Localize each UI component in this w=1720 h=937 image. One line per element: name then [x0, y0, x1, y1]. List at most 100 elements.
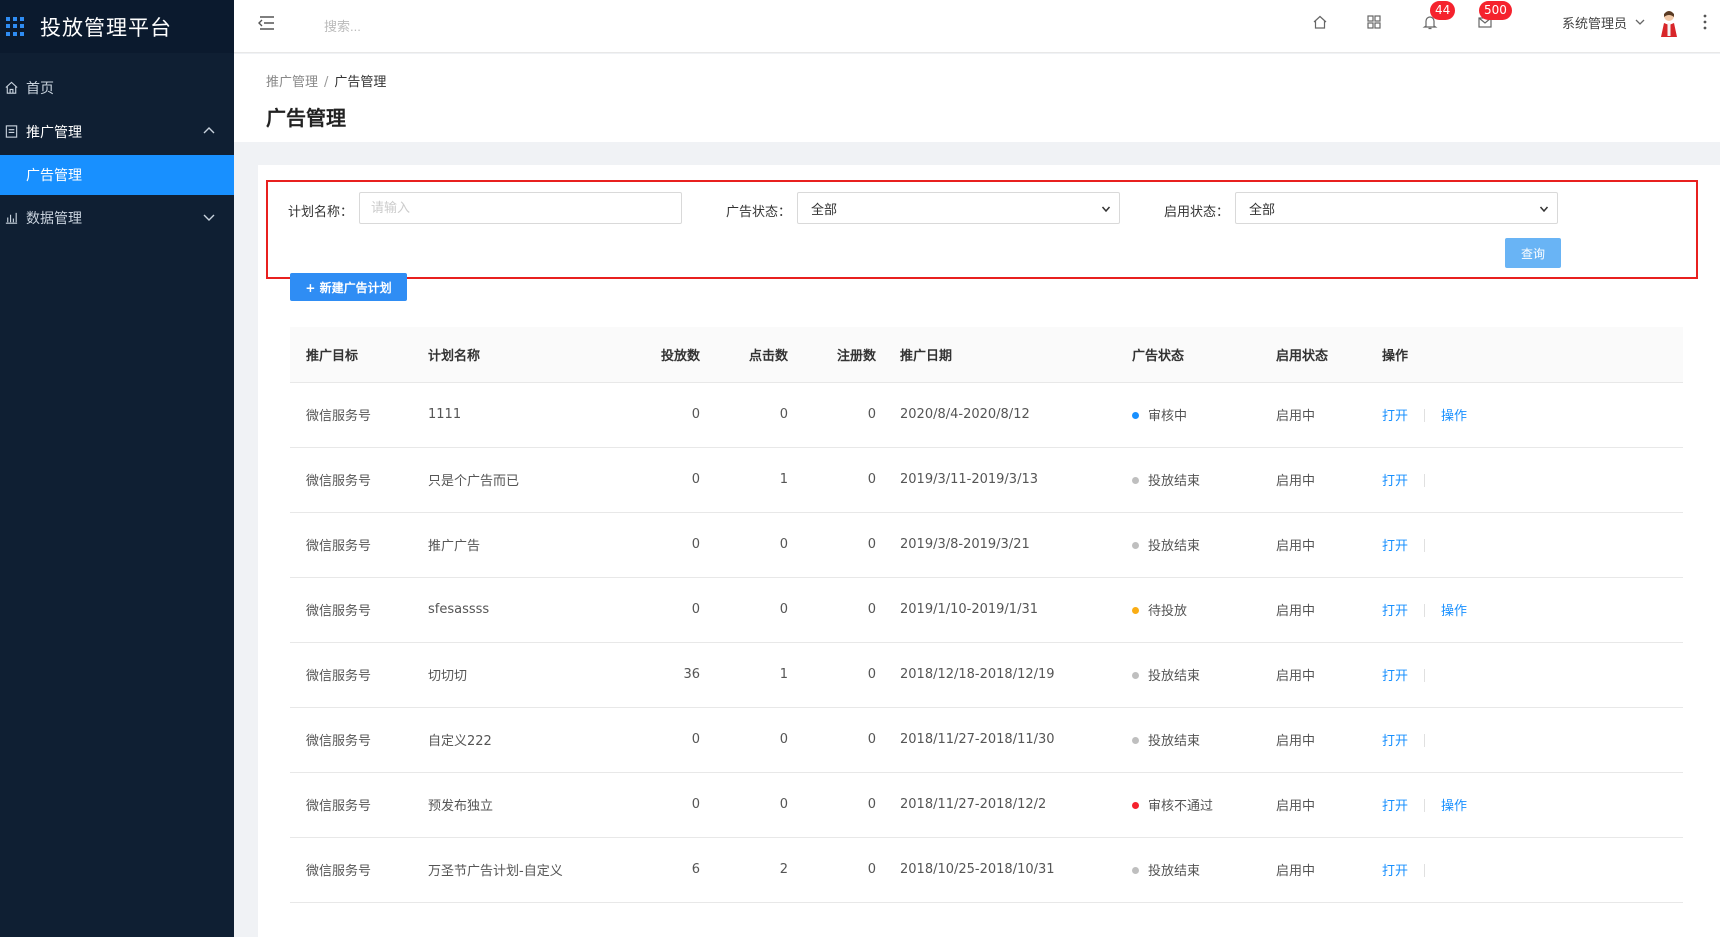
cell-target: 微信服务号 — [290, 707, 412, 773]
open-link[interactable]: 打开 — [1382, 539, 1408, 554]
plan-name-input[interactable] — [359, 192, 682, 224]
cell-enable-status: 启用中 — [1260, 512, 1366, 578]
status-dot — [1132, 737, 1139, 744]
chevron-down-icon — [1101, 203, 1111, 213]
status-dot — [1132, 542, 1139, 549]
cell-enable-status: 启用中 — [1260, 837, 1366, 903]
open-link[interactable]: 打开 — [1382, 864, 1408, 879]
query-button[interactable]: 查询 — [1505, 238, 1561, 268]
status-text: 投放结束 — [1148, 734, 1201, 749]
cell-placed: 0 — [612, 382, 708, 448]
grid-logo-icon — [6, 16, 26, 37]
status-dot — [1132, 607, 1139, 614]
cell-enable-status: 启用中 — [1260, 772, 1366, 838]
action-divider — [1424, 734, 1426, 747]
home-icon[interactable] — [1311, 13, 1329, 31]
ad-status-select[interactable]: 全部 — [797, 192, 1120, 224]
open-link[interactable]: 打开 — [1382, 734, 1408, 749]
column-header: 操作 — [1366, 327, 1683, 383]
breadcrumb-separator: / — [324, 75, 329, 90]
cell-plan-name: sfesassss — [412, 577, 612, 643]
enable-status-value: 全部 — [1249, 202, 1276, 218]
cell-registrations: 0 — [796, 707, 884, 773]
cell-placed: 36 — [612, 642, 708, 708]
cell-ad-status: 投放结束 — [1116, 837, 1260, 903]
apps-grid-icon[interactable] — [1365, 13, 1383, 31]
action-divider — [1424, 604, 1426, 617]
cell-target: 微信服务号 — [290, 447, 412, 513]
cell-date: 2018/11/27-2018/11/30 — [884, 707, 1116, 773]
cell-ad-status: 投放结束 — [1116, 707, 1260, 773]
cell-ad-status: 投放结束 — [1116, 447, 1260, 513]
operate-link[interactable]: 操作 — [1441, 409, 1467, 424]
cell-plan-name: 1111 — [412, 382, 612, 448]
status-text: 投放结束 — [1148, 669, 1201, 684]
cell-placed: 0 — [612, 772, 708, 838]
operate-link[interactable]: 操作 — [1441, 604, 1467, 619]
sidebar-item-home[interactable]: 首页 — [0, 67, 234, 109]
cell-target: 微信服务号 — [290, 642, 412, 708]
open-link[interactable]: 打开 — [1382, 669, 1408, 684]
user-name[interactable]: 系统管理员 — [1562, 13, 1627, 32]
cell-registrations: 0 — [796, 577, 884, 643]
cell-clicks: 1 — [708, 447, 796, 513]
avatar[interactable] — [1656, 8, 1682, 38]
ad-status-label: 广告状态： — [726, 205, 792, 220]
cell-enable-status: 启用中 — [1260, 447, 1366, 513]
open-link[interactable]: 打开 — [1382, 604, 1408, 619]
ad-status-value: 全部 — [811, 202, 838, 218]
cell-ad-status: 投放结束 — [1116, 642, 1260, 708]
table-row: 微信服务号 sfesassss 0 0 0 2019/1/10-2019/1/31 待投放启… — [290, 577, 1683, 643]
cell-plan-name: 预发布独立 — [412, 772, 612, 838]
cell-registrations: 0 — [796, 772, 884, 838]
cell-actions: 打开 — [1366, 642, 1683, 708]
open-link[interactable]: 打开 — [1382, 799, 1408, 814]
action-divider — [1424, 409, 1426, 422]
enable-status-select[interactable]: 全部 — [1235, 192, 1558, 224]
cell-registrations: 0 — [796, 512, 884, 578]
logo-bar: 投放管理平台 — [0, 0, 234, 53]
cell-registrations: 0 — [796, 837, 884, 903]
cell-actions: 打开 — [1366, 512, 1683, 578]
sidebar-item-data[interactable]: 数据管理 — [0, 197, 234, 239]
cell-plan-name: 切切切 — [412, 642, 612, 708]
cell-actions: 打开 — [1366, 707, 1683, 773]
sidebar-item-promotion[interactable]: 推广管理 — [0, 111, 234, 153]
cell-placed: 0 — [612, 512, 708, 578]
cell-target: 微信服务号 — [290, 837, 412, 903]
open-link[interactable]: 打开 — [1382, 474, 1408, 489]
cell-actions: 打开 — [1366, 447, 1683, 513]
content-card: 计划名称： 广告状态： 全部 启用状态： 全部 查询 + 新建广告计划 推广目标… — [258, 165, 1720, 937]
cell-placed: 0 — [612, 447, 708, 513]
chevron-down-icon[interactable] — [1634, 16, 1646, 28]
status-dot — [1132, 412, 1139, 419]
open-link[interactable]: 打开 — [1382, 409, 1408, 424]
cell-date: 2019/3/8-2019/3/21 — [884, 512, 1116, 578]
new-ad-plan-button[interactable]: + 新建广告计划 — [290, 273, 407, 301]
cell-plan-name: 只是个广告而已 — [412, 447, 612, 513]
cell-clicks: 0 — [708, 707, 796, 773]
table-row: 微信服务号 预发布独立 0 0 0 2018/11/27-2018/12/2 审核不通过 启用… — [290, 772, 1683, 838]
cell-actions: 打开 操作 — [1366, 577, 1683, 643]
breadcrumb-parent[interactable]: 推广管理 — [266, 75, 318, 90]
cell-registrations: 0 — [796, 382, 884, 448]
table-body: 微信服务号 1111 0 0 0 2020/8/4-2020/8/12 审核中 启用中 打开 操作… — [290, 382, 1683, 903]
more-vertical-icon[interactable] — [1702, 12, 1708, 32]
chevron-down-icon — [202, 210, 216, 224]
menu-fold-icon[interactable] — [256, 14, 276, 32]
cell-date: 2020/8/4-2020/8/12 — [884, 382, 1116, 448]
search-input[interactable] — [324, 14, 484, 38]
cell-registrations: 0 — [796, 447, 884, 513]
status-text: 审核不通过 — [1148, 799, 1214, 814]
chevron-down-icon — [1539, 203, 1549, 213]
table-row: 微信服务号 1111 0 0 0 2020/8/4-2020/8/12 审核中 启用中 打开 操作 — [290, 382, 1683, 448]
column-header: 注册数 — [796, 327, 884, 383]
sidebar-item-ad-management[interactable]: 广告管理 — [0, 155, 234, 195]
table-row: 微信服务号 切切切 36 1 0 2018/12/18-2018/12/19 投放结束 启用中… — [290, 642, 1683, 708]
operate-link[interactable]: 操作 — [1441, 799, 1467, 814]
cell-target: 微信服务号 — [290, 577, 412, 643]
action-divider — [1424, 539, 1426, 552]
cell-placed: 0 — [612, 577, 708, 643]
cell-target: 微信服务号 — [290, 772, 412, 838]
sidebar: 投放管理平台 首页 推广管理 广告管理 数据管理 — [0, 0, 234, 937]
